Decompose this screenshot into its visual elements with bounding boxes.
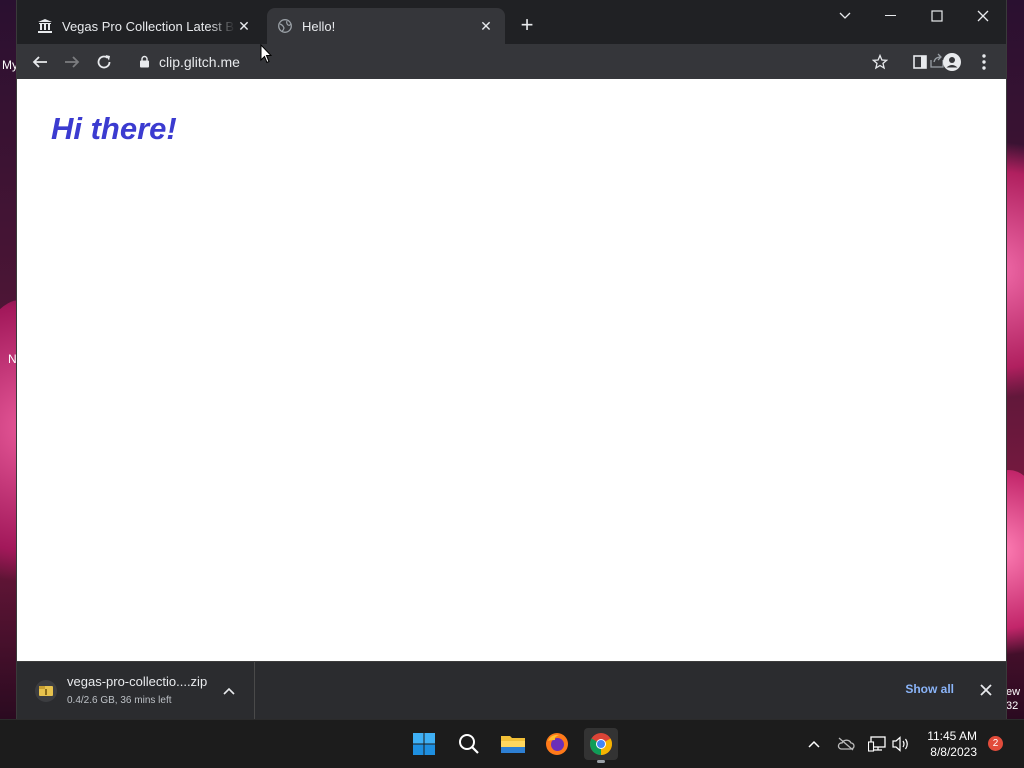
chevron-up-icon[interactable] bbox=[804, 734, 824, 754]
address-bar[interactable]: clip.glitch.me bbox=[129, 48, 944, 76]
download-item[interactable]: vegas-pro-collectio....zip 0.4/2.6 GB, 3… bbox=[17, 662, 255, 719]
zip-file-icon bbox=[35, 680, 57, 702]
close-tab-icon[interactable]: ✕ bbox=[235, 17, 253, 35]
forward-button[interactable] bbox=[60, 50, 84, 74]
show-all-button[interactable]: Show all bbox=[905, 682, 954, 696]
side-panel-button[interactable] bbox=[908, 50, 932, 74]
bookmark-star-icon[interactable] bbox=[868, 50, 892, 74]
desktop-icon-label: My bbox=[2, 58, 18, 72]
download-file-name: vegas-pro-collectio....zip bbox=[67, 674, 208, 689]
desktop-icon-label: ew bbox=[1006, 686, 1021, 698]
maximize-button[interactable] bbox=[917, 4, 957, 28]
volume-icon[interactable] bbox=[891, 734, 911, 754]
clock-date: 8/8/2023 bbox=[930, 745, 977, 759]
tab-hello[interactable]: Hello! ✕ bbox=[267, 8, 505, 44]
clock-time: 11:45 AM bbox=[927, 729, 977, 743]
taskbar: 11:45 AM 8/8/2023 2 bbox=[0, 719, 1024, 768]
globe-icon bbox=[277, 18, 293, 34]
chevron-up-icon[interactable] bbox=[223, 682, 239, 698]
chrome-icon[interactable] bbox=[584, 728, 618, 763]
close-download-bar-icon[interactable] bbox=[976, 680, 996, 700]
firefox-icon[interactable] bbox=[540, 728, 574, 760]
lock-icon[interactable] bbox=[139, 55, 150, 73]
windows-start-icon[interactable] bbox=[407, 728, 441, 760]
profile-avatar-icon[interactable] bbox=[940, 50, 964, 74]
close-window-button[interactable] bbox=[963, 4, 1003, 28]
museum-icon bbox=[37, 18, 53, 34]
taskbar-clock[interactable]: 11:45 AM 8/8/2023 bbox=[927, 728, 977, 760]
search-icon[interactable] bbox=[452, 728, 486, 760]
notification-badge[interactable]: 2 bbox=[988, 736, 1003, 751]
download-bar: vegas-pro-collectio....zip 0.4/2.6 GB, 3… bbox=[17, 661, 1006, 719]
browser-toolbar: clip.glitch.me bbox=[17, 44, 1006, 79]
tab-strip: Vegas Pro Collection Latest Build ✕ Hell… bbox=[17, 0, 1006, 44]
menu-kebab-icon[interactable] bbox=[972, 50, 996, 74]
tab-search-button[interactable] bbox=[825, 4, 865, 28]
browser-window: Vegas Pro Collection Latest Build ✕ Hell… bbox=[17, 0, 1006, 719]
page-heading: Hi there! bbox=[51, 111, 177, 146]
network-icon[interactable] bbox=[867, 734, 887, 754]
url-text: clip.glitch.me bbox=[159, 54, 240, 70]
tab-title: Hello! bbox=[302, 18, 336, 34]
reload-button[interactable] bbox=[92, 50, 116, 74]
download-status: 0.4/2.6 GB, 36 mins left bbox=[67, 695, 172, 706]
tab-title: Vegas Pro Collection Latest Build bbox=[62, 18, 235, 34]
desktop-icon-label: 32 bbox=[1006, 700, 1019, 712]
file-explorer-icon[interactable] bbox=[496, 728, 530, 760]
page-content: Hi there! bbox=[17, 79, 1006, 662]
close-tab-icon[interactable]: ✕ bbox=[477, 17, 495, 35]
desktop-icon-label: N bbox=[8, 352, 17, 366]
new-tab-button[interactable]: + bbox=[517, 14, 537, 36]
back-button[interactable] bbox=[28, 50, 52, 74]
tab-vegas-pro[interactable]: Vegas Pro Collection Latest Build ✕ bbox=[27, 8, 263, 44]
mouse-cursor-icon bbox=[260, 43, 273, 69]
minimize-button[interactable] bbox=[871, 4, 911, 28]
onedrive-offline-icon[interactable] bbox=[836, 734, 856, 754]
